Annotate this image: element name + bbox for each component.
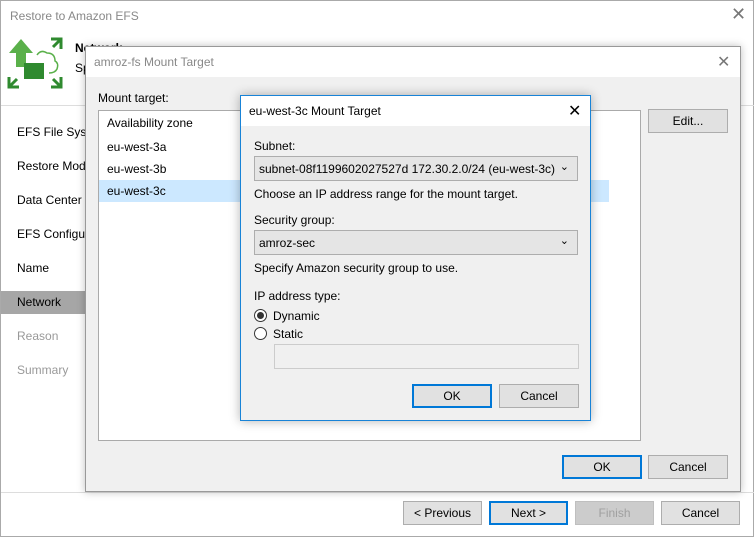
security-group-dropdown[interactable]: amroz-sec ⌄	[254, 230, 578, 255]
mount-target-label: Mount target:	[98, 91, 169, 105]
static-ip-input[interactable]	[274, 344, 579, 369]
dynamic-label[interactable]: Dynamic	[273, 309, 320, 323]
sidebar-item-restore-mode[interactable]: Restore Mode	[1, 155, 87, 178]
sidebar-item-network[interactable]: Network	[1, 291, 87, 314]
close-icon[interactable]: ✕	[568, 101, 581, 121]
finish-button[interactable]: Finish	[575, 501, 654, 525]
footer-divider	[1, 492, 754, 493]
ok-button[interactable]: OK	[412, 384, 492, 408]
ip-type-label: IP address type:	[254, 289, 341, 303]
sidebar-item-reason[interactable]: Reason	[1, 325, 87, 348]
chevron-down-icon: ⌄	[559, 161, 569, 173]
subnet-value: subnet-08f1199602027527d 172.30.2.0/24 (…	[259, 161, 555, 176]
sidebar: EFS File System Restore Mode Data Center EF…	[1, 106, 87, 486]
chevron-down-icon: ⌄	[559, 235, 569, 247]
cancel-button[interactable]: Cancel	[499, 384, 579, 408]
ok-button[interactable]: OK	[562, 455, 642, 479]
sidebar-item-efs-configuration[interactable]: EFS Configuration	[1, 223, 87, 246]
window-title: Restore to Amazon EFS	[10, 9, 139, 23]
dialog-titlebar: eu-west-3c Mount Target ✕	[241, 96, 590, 126]
close-icon[interactable]: ✕	[717, 52, 730, 72]
previous-button[interactable]: < Previous	[403, 501, 482, 525]
sidebar-item-summary[interactable]: Summary	[1, 359, 87, 382]
subnet-help: Choose an IP address range for the mount…	[254, 187, 518, 201]
edit-button[interactable]: Edit...	[648, 109, 728, 133]
static-label[interactable]: Static	[273, 327, 303, 341]
subnet-dialog: eu-west-3c Mount Target ✕ Subnet: subnet…	[240, 95, 591, 421]
cancel-button[interactable]: Cancel	[661, 501, 740, 525]
security-group-value: amroz-sec	[259, 235, 316, 250]
dialog-title: eu-west-3c Mount Target	[249, 104, 381, 118]
dialog-title: amroz-fs Mount Target	[94, 55, 214, 69]
security-group-help: Specify Amazon security group to use.	[254, 261, 459, 275]
security-group-label: Security group:	[254, 213, 335, 227]
column-header-availability-zone[interactable]: Availability zone	[107, 116, 242, 138]
sidebar-item-data-center[interactable]: Data Center	[1, 189, 87, 212]
subnet-label: Subnet:	[254, 139, 296, 153]
efs-restore-icon	[7, 37, 63, 89]
next-button[interactable]: Next >	[489, 501, 568, 525]
sidebar-item-efs-file-system[interactable]: EFS File System	[1, 121, 87, 144]
static-radio[interactable]	[254, 327, 267, 340]
subnet-dropdown[interactable]: subnet-08f1199602027527d 172.30.2.0/24 (…	[254, 156, 578, 181]
dialog-titlebar: amroz-fs Mount Target ✕	[86, 47, 740, 77]
cancel-button[interactable]: Cancel	[648, 455, 728, 479]
close-icon[interactable]: ✕	[731, 4, 746, 25]
sidebar-item-name[interactable]: Name	[1, 257, 87, 280]
dynamic-radio[interactable]	[254, 309, 267, 322]
